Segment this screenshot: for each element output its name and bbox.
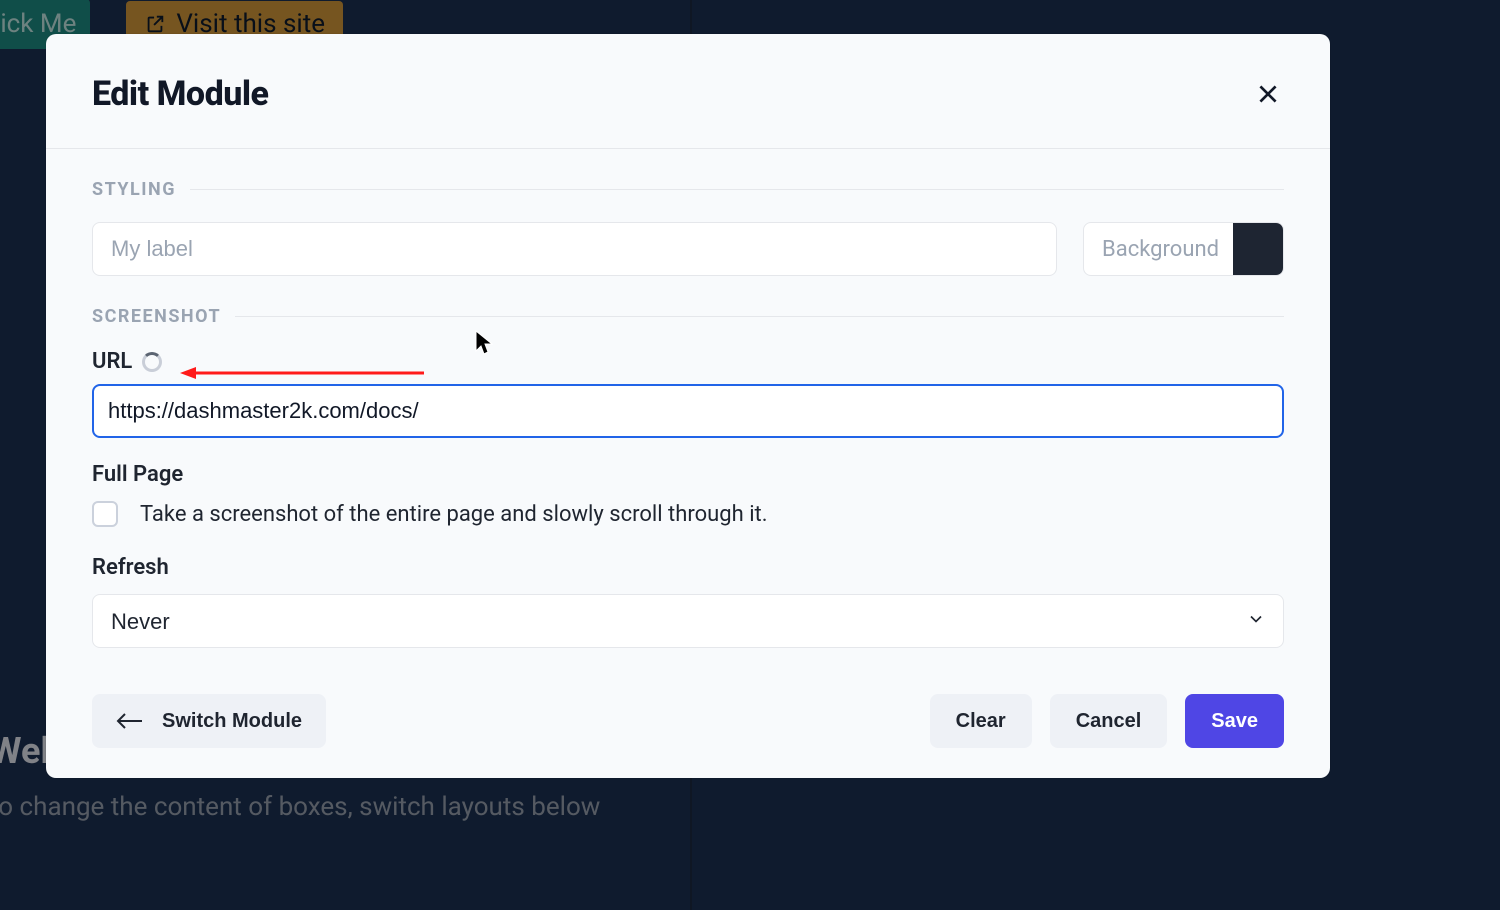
url-input[interactable] <box>92 384 1284 438</box>
refresh-select[interactable]: Never <box>92 594 1284 648</box>
modal-footer: Switch Module Clear Cancel Save <box>46 666 1330 778</box>
close-icon <box>1255 81 1281 107</box>
section-rule <box>235 316 1284 317</box>
clear-button[interactable]: Clear <box>930 694 1032 748</box>
section-heading-screenshot: SCREENSHOT <box>92 306 1284 327</box>
background-color-picker[interactable]: Background <box>1083 222 1284 276</box>
modal-body: STYLING Background SCREENSHOT URL Full P… <box>46 148 1330 666</box>
label-input[interactable] <box>92 222 1057 276</box>
switch-module-button[interactable]: Switch Module <box>92 694 326 748</box>
background-label: Background <box>1102 237 1219 262</box>
external-link-icon <box>144 13 166 35</box>
url-label: URL <box>92 349 132 374</box>
cancel-button[interactable]: Cancel <box>1050 694 1168 748</box>
switch-module-label: Switch Module <box>162 710 302 733</box>
edit-module-modal: Edit Module STYLING Background SCREENSHO… <box>46 34 1330 778</box>
styling-row: Background <box>92 222 1284 276</box>
section-rule <box>190 189 1284 190</box>
fullpage-block: Full Page Take a screenshot of the entir… <box>92 462 1284 527</box>
refresh-select-wrap: Never <box>92 594 1284 648</box>
section-heading-styling: STYLING <box>92 179 1284 200</box>
fullpage-checkbox[interactable] <box>92 501 118 527</box>
close-button[interactable] <box>1252 78 1284 110</box>
bg-subtext: to change the content of boxes, switch l… <box>0 792 600 822</box>
fullpage-title: Full Page <box>92 462 1284 487</box>
fullpage-description: Take a screenshot of the entire page and… <box>140 502 768 527</box>
refresh-block: Refresh Never <box>92 555 1284 648</box>
loading-spinner-icon <box>142 352 162 372</box>
arrow-left-icon <box>116 712 144 730</box>
section-heading-screenshot-text: SCREENSHOT <box>92 306 221 327</box>
modal-header: Edit Module <box>46 34 1330 148</box>
background-swatch <box>1233 222 1283 276</box>
fullpage-row: Take a screenshot of the entire page and… <box>92 501 1284 527</box>
save-button[interactable]: Save <box>1185 694 1284 748</box>
modal-title: Edit Module <box>92 74 268 114</box>
refresh-title: Refresh <box>92 555 1284 580</box>
section-heading-styling-text: STYLING <box>92 179 176 200</box>
url-label-row: URL <box>92 349 1284 374</box>
